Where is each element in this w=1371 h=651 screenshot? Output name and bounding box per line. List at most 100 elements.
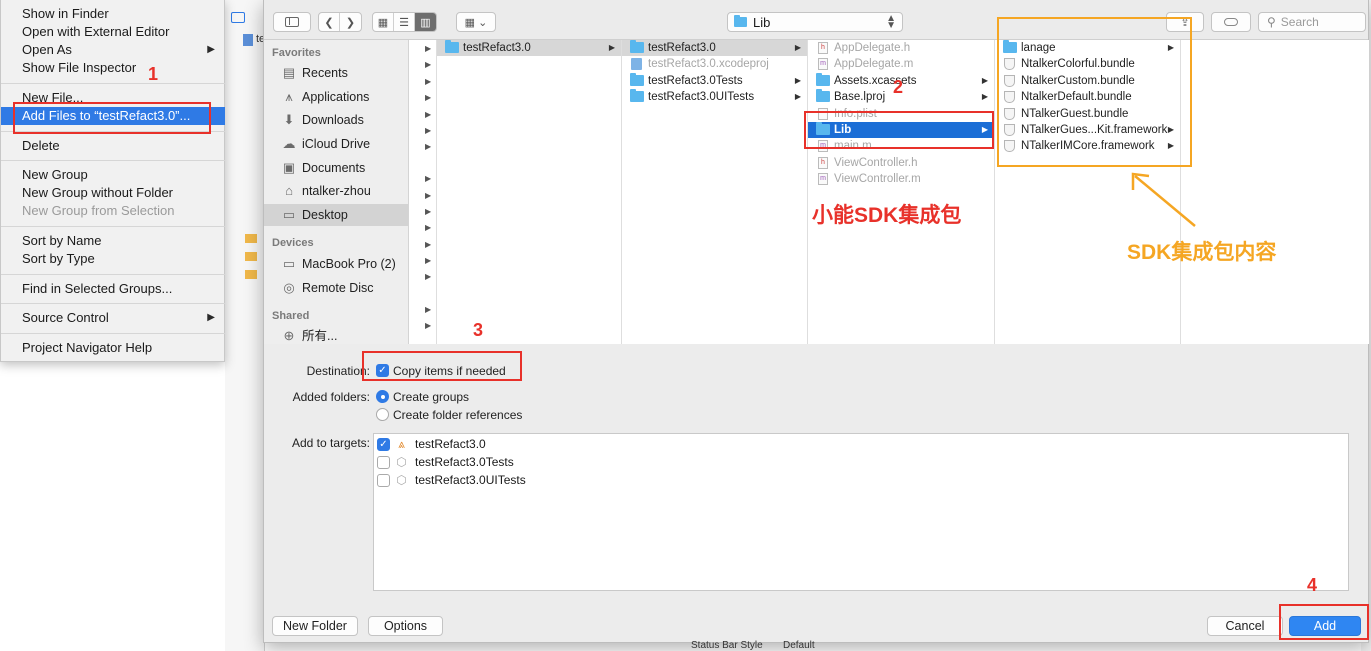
column-item: h AppDelegate.h: [808, 40, 994, 56]
column-2: testRefact3.0 ▶ testRefact3.0.xcodeproj t…: [622, 40, 808, 344]
tag-icon: [1224, 18, 1238, 26]
annotation-box-4: [1279, 604, 1369, 640]
disclosure-arrow-icon: ▶: [794, 92, 801, 101]
annotation-box-contents: [997, 17, 1192, 167]
source-file-icon: m: [818, 58, 828, 70]
column-item: testRefact3.0.xcodeproj: [622, 56, 807, 72]
disclosure-arrow-icon: ▶: [981, 76, 988, 85]
menu-sort-by-name[interactable]: Sort by Name: [1, 232, 225, 250]
menu-new-group-without-folder[interactable]: New Group without Folder: [1, 184, 225, 202]
target-row[interactable]: ⬡ testRefact3.0UITests: [374, 472, 1348, 490]
column-item-label: Base.lproj: [834, 91, 886, 103]
menu-open-as[interactable]: Open As ▶: [1, 41, 225, 59]
column-item[interactable]: testRefact3.0Tests ▶: [622, 73, 807, 89]
column-item[interactable]: testRefact3.0 ▶: [622, 40, 807, 56]
sidebar-item-label: Remote Disc: [302, 281, 374, 295]
menu-new-group[interactable]: New Group: [1, 166, 225, 184]
menu-separator: [1, 83, 225, 84]
status-bar-style-value[interactable]: Default: [783, 640, 815, 651]
icon-view-icon[interactable]: ▦: [373, 13, 394, 31]
folder-icon: [816, 89, 830, 102]
column-item-label: testRefact3.0Tests: [648, 75, 743, 87]
annotation-number-2: 2: [893, 77, 904, 97]
menu-project-navigator-help[interactable]: Project Navigator Help: [1, 339, 225, 357]
create-folder-references-label: Create folder references: [393, 408, 523, 422]
forward-arrow-icon[interactable]: ❯: [340, 13, 361, 31]
add-to-targets-label: Add to targets:: [291, 436, 370, 450]
column-item: m ViewController.m: [808, 171, 994, 187]
menu-sort-by-type[interactable]: Sort by Type: [1, 250, 225, 268]
back-arrow-icon[interactable]: ❮: [319, 13, 340, 31]
sidebar-item-downloads[interactable]: ⬇ Downloads: [264, 109, 408, 131]
sidebar-item-label: Downloads: [302, 113, 364, 127]
column-view-icon[interactable]: ▥: [415, 13, 436, 31]
annotation-sdk-package: 小能SDK集成包: [812, 204, 962, 227]
disclosure-arrow-icon: ▶: [425, 110, 432, 119]
back-forward-control: ❮ ❯: [318, 12, 362, 32]
folder-icon: [245, 252, 257, 261]
sidebar-item-documents[interactable]: ▣ Documents: [264, 157, 408, 179]
folder-icon[interactable]: [231, 12, 245, 23]
folder-icon: [734, 15, 747, 27]
location-popup[interactable]: Lib ▲ ▼: [727, 12, 903, 32]
devices-header: Devices: [272, 237, 314, 249]
menu-open-external-editor[interactable]: Open with External Editor: [1, 23, 225, 41]
test-target-icon: ⬡: [396, 473, 407, 487]
column-item-label: ViewController.h: [834, 157, 918, 169]
sidebar-item-desktop[interactable]: ▭ Desktop: [264, 204, 408, 226]
sidebar-item-macbook[interactable]: ▭ MacBook Pro (2): [264, 253, 408, 275]
sidebar-item-label: iCloud Drive: [302, 137, 371, 151]
disclosure-arrow-icon: ▶: [794, 43, 801, 52]
sidebar-item-remote-disc[interactable]: ◎ Remote Disc: [264, 277, 408, 299]
network-icon: ⊕: [283, 328, 295, 343]
column-item[interactable]: testRefact3.0UITests ▶: [622, 89, 807, 105]
menu-source-control[interactable]: Source Control ▶: [1, 309, 225, 327]
menu-separator: [1, 303, 225, 304]
target-row[interactable]: ✓ ⩓ testRefact3.0: [374, 436, 1348, 454]
arrange-button[interactable]: ▦ ⌄: [456, 12, 496, 32]
submenu-arrow-icon: ▶: [207, 44, 215, 55]
menu-show-in-finder[interactable]: Show in Finder: [1, 5, 225, 23]
sidebar-item-shared-all[interactable]: ⊕ 所有...: [264, 325, 408, 347]
target-checkbox[interactable]: ✓: [377, 438, 390, 451]
target-checkbox[interactable]: [377, 456, 390, 469]
sidebar-item-applications[interactable]: ⩚ Applications: [264, 86, 408, 108]
xcodeproj-icon: [631, 58, 642, 70]
column-5: [1181, 40, 1368, 344]
new-folder-button[interactable]: New Folder: [272, 616, 358, 636]
menu-show-file-inspector[interactable]: Show File Inspector: [1, 59, 225, 77]
cancel-button[interactable]: Cancel: [1207, 616, 1283, 636]
tag-button[interactable]: [1211, 12, 1251, 32]
list-view-icon[interactable]: ☰: [394, 13, 415, 31]
xcode-navigator-strip: te: [225, 0, 265, 651]
context-menu: Show in Finder Open with External Editor…: [0, 0, 225, 362]
destination-label: Destination:: [306, 364, 370, 378]
menu-separator: [1, 160, 225, 161]
options-button[interactable]: Options: [368, 616, 443, 636]
disclosure-arrow-icon: ▶: [425, 305, 432, 314]
menu-separator: [1, 226, 225, 227]
targets-list: ✓ ⩓ testRefact3.0 ⬡ testRefact3.0Tests ⬡…: [373, 433, 1349, 591]
disclosure-arrow-icon: ▶: [425, 321, 432, 330]
menu-find-in-selected-groups[interactable]: Find in Selected Groups...: [1, 280, 225, 298]
folder-icon: [630, 73, 644, 86]
target-checkbox[interactable]: [377, 474, 390, 487]
column-item: m AppDelegate.m: [808, 56, 994, 72]
menu-open-as-label: Open As: [22, 42, 72, 57]
sidebar-toggle-button[interactable]: [273, 12, 311, 32]
sidebar-item-icloud-drive[interactable]: ☁ iCloud Drive: [264, 133, 408, 155]
sidebar-item-recents[interactable]: ▤ Recents: [264, 62, 408, 84]
dialog-toolbar: ❮ ❯ ▦ ☰ ▥ ▦ ⌄ Lib ▲ ▼ ⇪ ⚲ Search: [264, 0, 1368, 40]
menu-delete[interactable]: Delete: [1, 137, 225, 155]
column-item[interactable]: testRefact3.0 ▶: [437, 40, 621, 56]
header-file-icon: h: [818, 42, 828, 54]
folder-icon: [245, 270, 257, 279]
project-icon[interactable]: [243, 34, 253, 46]
create-groups-radio[interactable]: [376, 390, 389, 403]
status-bar-style-row: Status Bar Style Default: [665, 640, 1025, 651]
target-row[interactable]: ⬡ testRefact3.0Tests: [374, 454, 1348, 472]
target-name: testRefact3.0Tests: [415, 455, 514, 469]
search-field[interactable]: ⚲ Search: [1258, 12, 1366, 32]
create-folder-references-radio[interactable]: [376, 408, 389, 421]
sidebar-item-home[interactable]: ⌂ ntalker-zhou: [264, 180, 408, 202]
